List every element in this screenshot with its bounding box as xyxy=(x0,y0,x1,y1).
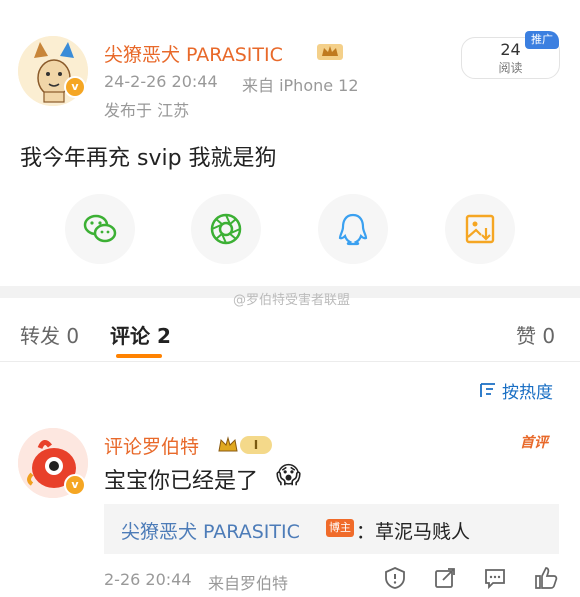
sort-icon xyxy=(480,383,495,397)
report-icon[interactable] xyxy=(383,566,407,590)
promo-badge: 推广 xyxy=(525,31,559,49)
commenter-verified-badge-icon: v xyxy=(64,474,86,496)
comment-author-name[interactable]: 评论罗伯特 xyxy=(104,432,199,459)
blogger-badge: 博主 xyxy=(326,519,354,537)
tabs-divider xyxy=(0,361,580,362)
share-moments-button[interactable] xyxy=(191,194,261,264)
share-icon[interactable] xyxy=(433,566,457,590)
post-text: 我今年再充 svip 我就是狗 xyxy=(20,146,277,171)
tab-repost[interactable]: 转发 0 xyxy=(20,320,79,349)
tab-comments[interactable]: 评论 2 xyxy=(110,320,171,349)
wechat-icon xyxy=(83,214,117,243)
comment-text: 宝宝你已经是了 xyxy=(104,469,259,494)
sort-label: 按热度 xyxy=(502,383,553,403)
post-author-name[interactable]: 尖獠恶犬 PARASITIC xyxy=(104,40,283,67)
vip-crown-icon xyxy=(218,436,238,452)
post-location: 发布于 江苏 xyxy=(104,101,190,120)
comment-icon[interactable] xyxy=(483,566,507,590)
vip-level-badge: I xyxy=(240,436,272,454)
tab-likes[interactable]: 赞 0 xyxy=(516,320,555,349)
post-source: 来自 iPhone 12 xyxy=(242,76,359,95)
moments-icon xyxy=(210,213,242,245)
watermark: @罗伯特受害者联盟 xyxy=(233,293,351,308)
crown-badge-icon xyxy=(317,44,343,60)
active-tab-indicator xyxy=(116,354,162,358)
like-icon[interactable] xyxy=(533,565,559,591)
save-image-icon xyxy=(465,214,495,244)
share-qq-button[interactable] xyxy=(318,194,388,264)
reply-author-name[interactable]: 尖獠恶犬 PARASITIC xyxy=(121,517,300,544)
post-timestamp: 24-2-26 20:44 xyxy=(104,72,218,91)
save-image-button[interactable] xyxy=(445,194,515,264)
first-comment-tag: 首评 xyxy=(520,435,548,451)
comment-source: 来自罗伯特 xyxy=(208,574,289,593)
reply-text: ：草泥马贱人 xyxy=(356,521,471,543)
verified-badge-icon: v xyxy=(64,76,86,98)
read-label: 阅读 xyxy=(498,61,523,75)
reply-preview[interactable]: 尖獠恶犬 PARASITIC 博主 ：草泥马贱人 xyxy=(104,504,559,554)
scream-emoji: 😱 xyxy=(276,461,302,489)
share-wechat-button[interactable] xyxy=(65,194,135,264)
comment-time: 2-26 20:44 xyxy=(104,570,192,589)
qq-icon xyxy=(338,213,368,246)
